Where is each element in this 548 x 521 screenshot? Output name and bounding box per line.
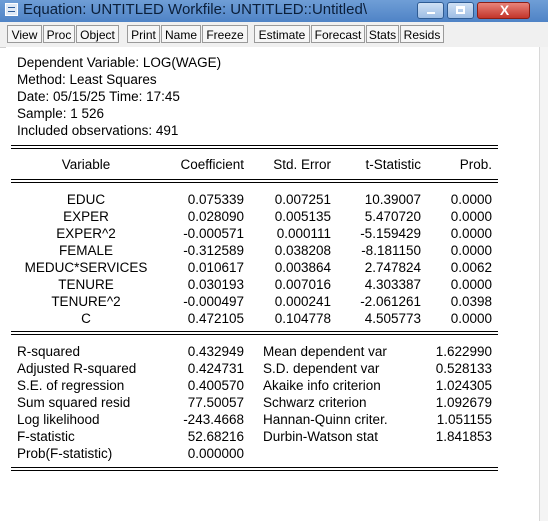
row-prob: 0.0000 xyxy=(450,311,492,326)
table-top-rule xyxy=(11,145,498,146)
maximize-button[interactable] xyxy=(447,2,474,19)
date-time: Date: 05/15/25 Time: 17:45 xyxy=(17,89,180,104)
row-prob: 0.0398 xyxy=(450,294,492,309)
window-title: Equation: UNTITLED Workfile: UNTITLED::U… xyxy=(23,1,367,18)
forecast-button[interactable]: Forecast xyxy=(311,25,365,43)
view-button[interactable]: View xyxy=(7,25,42,43)
header-rule xyxy=(11,179,498,180)
minimize-button[interactable] xyxy=(417,2,444,19)
row-prob: 0.0000 xyxy=(450,243,492,258)
proc-button[interactable]: Proc xyxy=(43,25,75,43)
column-header-prob: Prob. xyxy=(459,157,492,172)
table-bottom-rule xyxy=(11,470,498,471)
stat-value: 1.024305 xyxy=(435,378,492,393)
close-icon: X xyxy=(499,2,510,18)
row-prob: 0.0000 xyxy=(450,277,492,292)
estimate-button[interactable]: Estimate xyxy=(254,25,310,43)
stat-value: 1.092679 xyxy=(435,395,492,410)
stat-value: 0.528133 xyxy=(435,361,492,376)
row-prob: 0.0062 xyxy=(450,260,492,275)
coefficients-bottom-rule xyxy=(11,331,498,332)
object-button[interactable]: Object xyxy=(76,25,119,43)
stat-value: 1.841853 xyxy=(435,429,492,444)
row-prob: 0.0000 xyxy=(450,209,492,224)
estimation-output[interactable]: Dependent Variable: LOG(WAGE) Method: Le… xyxy=(6,47,539,521)
equation-toolbar: View Proc Object Print Name Freeze Estim… xyxy=(0,22,548,48)
stat-value: 1.051155 xyxy=(436,412,492,427)
resids-button[interactable]: Resids xyxy=(400,25,444,43)
print-button[interactable]: Print xyxy=(127,25,160,43)
stat-value: 0.000000 xyxy=(187,446,244,461)
method: Method: Least Squares xyxy=(17,72,157,87)
included-observations: Included observations: 491 xyxy=(17,123,179,138)
close-button[interactable]: X xyxy=(477,2,530,19)
stat-value: 1.622990 xyxy=(435,344,492,359)
stats-button[interactable]: Stats xyxy=(366,25,399,43)
dependent-variable: Dependent Variable: LOG(WAGE) xyxy=(17,55,222,70)
maximize-icon xyxy=(456,6,465,14)
window-menu-icon[interactable] xyxy=(5,3,18,16)
header-rule xyxy=(11,182,498,183)
table-top-rule xyxy=(11,148,498,149)
row-prob: 0.0000 xyxy=(450,192,492,207)
minimize-icon xyxy=(427,12,435,14)
row-prob: 0.0000 xyxy=(450,226,492,241)
sample: Sample: 1 526 xyxy=(17,106,105,121)
window-right-edge xyxy=(539,47,548,521)
name-button[interactable]: Name xyxy=(161,25,201,43)
freeze-button[interactable]: Freeze xyxy=(202,25,248,43)
coefficients-bottom-rule xyxy=(11,334,498,335)
title-bar[interactable]: Equation: UNTITLED Workfile: UNTITLED::U… xyxy=(0,0,548,22)
table-bottom-rule xyxy=(11,467,498,468)
